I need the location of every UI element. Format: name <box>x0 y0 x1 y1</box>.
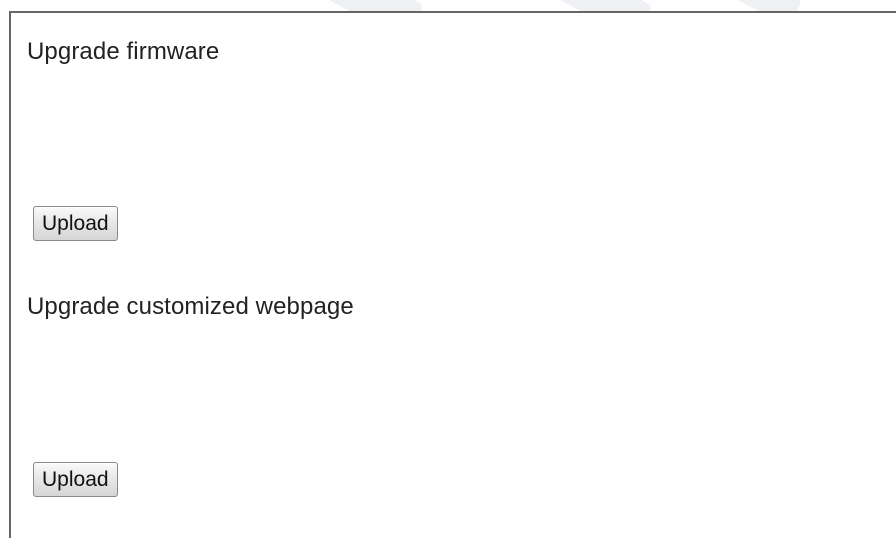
upgrade-page: Upgrade firmware Upload Upgrade customiz… <box>0 0 896 538</box>
upgrade-firmware-title: Upgrade firmware <box>27 38 220 65</box>
upgrade-panel: Upgrade firmware Upload Upgrade customiz… <box>9 11 896 538</box>
upload-webpage-button[interactable]: Upload <box>33 462 118 497</box>
upload-firmware-button[interactable]: Upload <box>33 206 118 241</box>
upgrade-webpage-title: Upgrade customized webpage <box>27 293 354 320</box>
